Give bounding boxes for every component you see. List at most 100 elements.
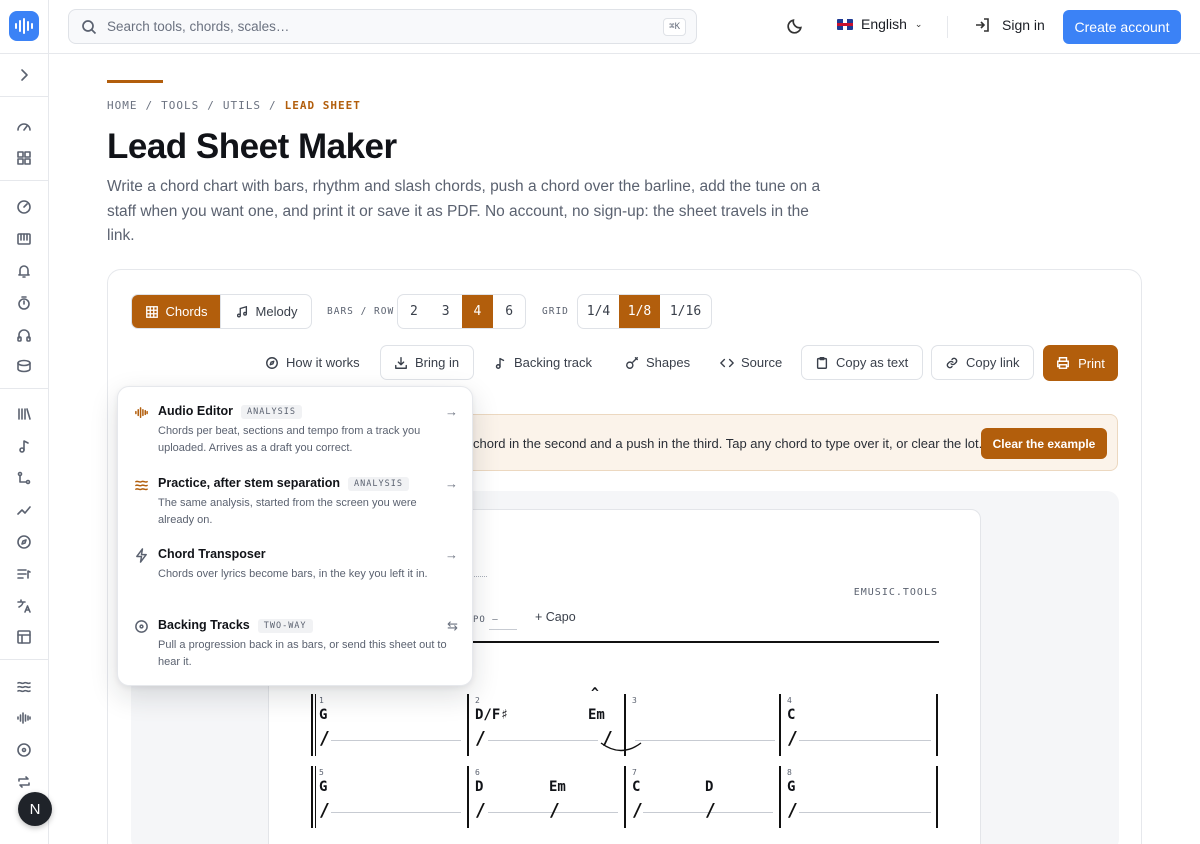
grid-icon[interactable] — [14, 148, 34, 168]
theme-toggle-button[interactable] — [787, 17, 807, 37]
copy-link-button[interactable]: Copy link — [931, 345, 1034, 380]
grid-option-quarter[interactable]: 1/4 — [578, 295, 619, 328]
bar-number: 8 — [787, 768, 792, 777]
sign-in-icon — [976, 18, 989, 32]
bars-option-2[interactable]: 2 — [398, 295, 430, 328]
bar-number: 5 — [319, 768, 324, 777]
breadcrumb: HOME / TOOLS / UTILS / LEAD SHEET — [107, 99, 361, 112]
grid-icon — [145, 305, 158, 318]
library-icon[interactable] — [14, 404, 34, 424]
search-input[interactable] — [107, 19, 647, 34]
clear-example-button[interactable]: Clear the example — [981, 428, 1107, 459]
uk-flag-icon — [837, 18, 853, 30]
language-selector[interactable]: English ⌄ — [837, 16, 922, 32]
rhythm-slash[interactable]: / — [705, 800, 716, 821]
backing-track-button[interactable]: Backing track — [493, 345, 592, 380]
sheet-brand: EMUSIC.TOOLS — [853, 587, 938, 598]
print-button[interactable]: Print — [1043, 345, 1118, 381]
menu-item-chord-transposer[interactable]: Chord Transposer Chords over lyrics beco… — [118, 530, 474, 600]
breadcrumb-current: LEAD SHEET — [284, 99, 361, 112]
user-avatar[interactable]: N — [18, 792, 52, 826]
bars-option-6[interactable]: 6 — [493, 295, 525, 328]
code-icon — [720, 358, 734, 367]
grid-option-sixteenth[interactable]: 1/16 — [660, 295, 711, 328]
stopwatch-icon[interactable] — [14, 293, 34, 313]
menu-item-audio-editor[interactable]: Audio Editor ANALYSIS Chords per beat, se… — [118, 387, 474, 457]
bell-icon[interactable] — [14, 261, 34, 281]
list-music-icon[interactable] — [14, 564, 34, 584]
bar-number: 2 — [475, 696, 480, 705]
loop-icon[interactable] — [14, 772, 34, 792]
translate-icon[interactable] — [14, 596, 34, 616]
waveform-icon[interactable] — [14, 708, 34, 728]
piano-icon[interactable] — [14, 229, 34, 249]
beat-line — [799, 740, 931, 741]
tuner-icon[interactable] — [14, 197, 34, 217]
chord-symbol[interactable]: D — [475, 779, 483, 795]
waves-icon[interactable] — [14, 676, 34, 696]
rhythm-slash[interactable]: / — [787, 728, 798, 749]
compass-icon — [266, 356, 278, 369]
add-capo-button[interactable]: + Capo — [535, 610, 576, 624]
menu-item-backing-tracks[interactable]: Backing Tracks TWO-WAY Pull a progression… — [118, 601, 474, 671]
expand-sidebar-icon[interactable] — [14, 65, 34, 85]
menu-item-practice[interactable]: Practice, after stem separation ANALYSIS … — [118, 459, 474, 529]
chord-symbol[interactable]: D — [705, 779, 713, 795]
drum-icon[interactable] — [14, 356, 34, 376]
tab-chords[interactable]: Chords — [132, 295, 221, 328]
headphones-icon[interactable] — [14, 325, 34, 345]
link-icon — [946, 357, 958, 368]
trend-icon[interactable] — [14, 500, 34, 520]
breadcrumb-tools[interactable]: TOOLS — [161, 99, 199, 112]
rhythm-slash[interactable]: / — [319, 800, 330, 821]
breadcrumb-utils[interactable]: UTILS — [223, 99, 261, 112]
bars-option-3[interactable]: 3 — [430, 295, 462, 328]
notice-text: chord in the second and a push in the th… — [473, 436, 983, 451]
disc-icon[interactable] — [14, 740, 34, 760]
barline — [311, 766, 313, 828]
copy-as-text-button[interactable]: Copy as text — [801, 345, 923, 380]
chord-symbol[interactable]: C — [787, 707, 795, 723]
example-notice: chord in the second and a push in the th… — [440, 414, 1118, 471]
tempo-label[interactable]: PO — — [473, 615, 499, 625]
music-note-icon[interactable] — [14, 436, 34, 456]
shapes-button[interactable]: Shapes — [625, 345, 690, 380]
rhythm-slash[interactable]: / — [549, 800, 560, 821]
sign-in-button[interactable]: Sign in — [974, 17, 1045, 33]
route-icon[interactable] — [14, 468, 34, 488]
bars-option-4[interactable]: 4 — [461, 295, 494, 328]
tie-icon — [600, 742, 642, 752]
rhythm-slash[interactable]: / — [475, 728, 486, 749]
barline — [467, 766, 469, 828]
chord-symbol[interactable]: D/F♯ — [475, 707, 509, 723]
analysis-badge: ANALYSIS — [241, 405, 302, 419]
breadcrumb-home[interactable]: HOME — [107, 99, 138, 112]
source-button[interactable]: Source — [720, 345, 782, 380]
chord-symbol[interactable]: G — [319, 779, 327, 795]
grid-option-eighth[interactable]: 1/8 — [619, 295, 660, 328]
two-way-badge: TWO-WAY — [257, 619, 313, 633]
chord-symbol[interactable]: Em — [549, 779, 566, 795]
search-icon — [82, 19, 97, 34]
arrow-right-icon: → — [445, 476, 458, 491]
compass-icon[interactable] — [14, 532, 34, 552]
chord-symbol[interactable]: C — [632, 779, 640, 795]
rhythm-slash[interactable]: / — [632, 800, 643, 821]
rhythm-slash[interactable]: / — [475, 800, 486, 821]
bring-in-button[interactable]: Bring in — [380, 345, 474, 380]
chord-symbol[interactable]: G — [787, 779, 795, 795]
search-box[interactable]: ⌘K — [68, 9, 697, 44]
chord-symbol[interactable]: Em — [588, 707, 605, 723]
create-account-button[interactable]: Create account — [1063, 10, 1181, 44]
bars-per-row-label: BARS / ROW — [327, 306, 395, 317]
table-icon[interactable] — [14, 627, 34, 647]
how-it-works-button[interactable]: How it works — [265, 345, 360, 380]
rhythm-slash[interactable]: / — [787, 800, 798, 821]
analysis-badge: ANALYSIS — [348, 477, 409, 491]
tab-melody[interactable]: Melody — [220, 295, 311, 328]
app-logo[interactable] — [9, 11, 39, 41]
chord-symbol[interactable]: G — [319, 707, 327, 723]
rhythm-slash[interactable]: / — [319, 728, 330, 749]
barline — [936, 766, 938, 828]
gauge-icon[interactable] — [14, 117, 34, 137]
